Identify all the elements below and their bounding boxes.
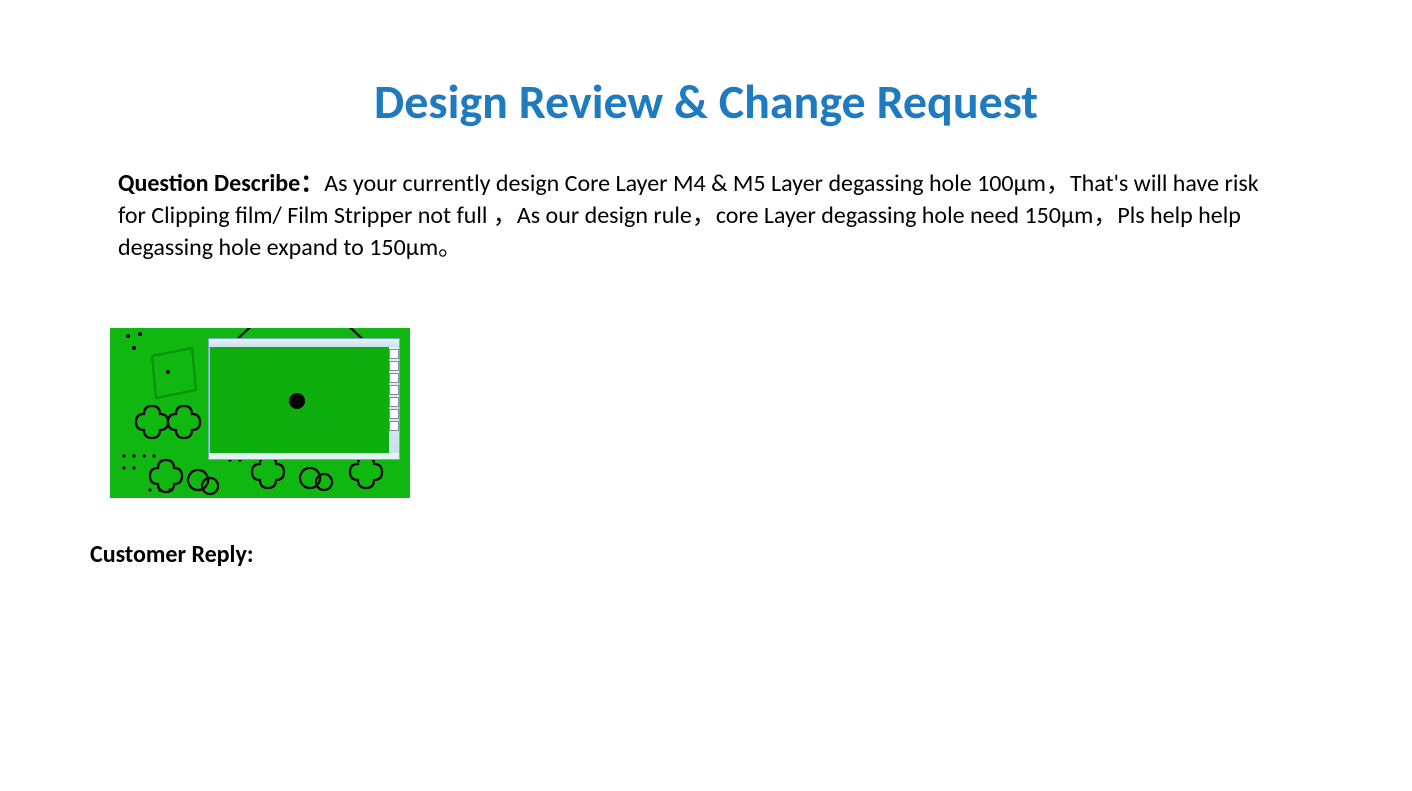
toolbar-button [389, 421, 399, 431]
toolbar-button [389, 373, 399, 383]
toolbar-button [389, 385, 399, 395]
cad-window-titlebar [209, 339, 399, 347]
question-label: Question Describe： [118, 169, 324, 198]
cad-window-toolbar [389, 347, 399, 453]
toolbar-button [389, 409, 399, 419]
customer-reply-label: Customer Reply: [90, 540, 253, 569]
toolbar-button [389, 397, 399, 407]
document-page: Design Review & Change Request Question … [0, 0, 1412, 791]
degassing-hole-icon [289, 393, 305, 409]
cad-window-statusbar [209, 453, 399, 459]
question-paragraph: Question Describe：As your currently desi… [118, 168, 1288, 264]
cad-window [208, 338, 400, 460]
cad-screenshot [110, 328, 410, 498]
toolbar-button [389, 349, 399, 359]
toolbar-button [389, 361, 399, 371]
page-title: Design Review & Change Request [0, 72, 1412, 131]
